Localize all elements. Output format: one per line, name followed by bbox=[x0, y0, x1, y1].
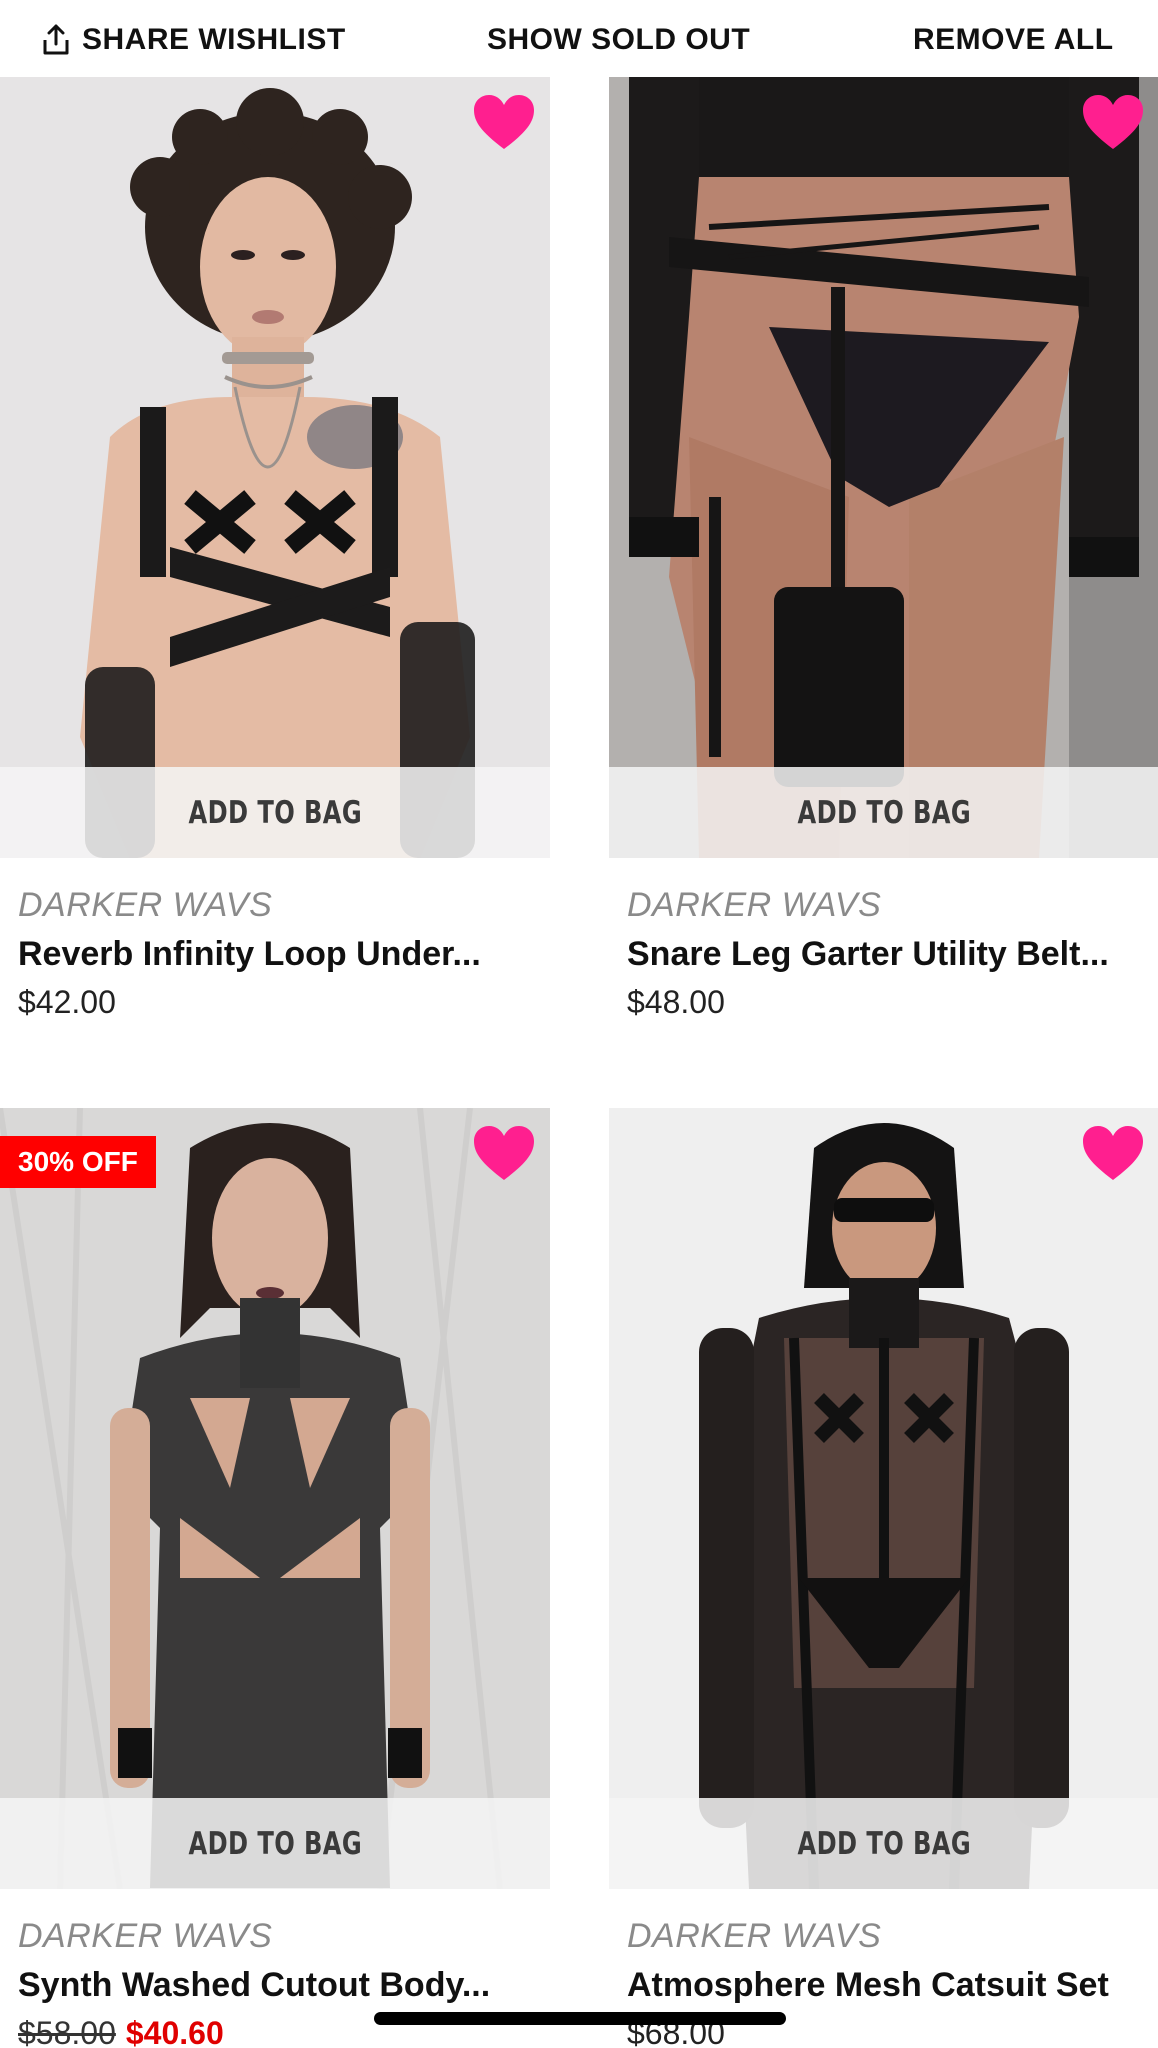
model-photo bbox=[0, 1108, 550, 1889]
add-to-bag-label: ADD TO BAG bbox=[188, 1825, 362, 1862]
add-to-bag-label: ADD TO BAG bbox=[797, 794, 971, 831]
product-price: $58.00 $40.60 bbox=[18, 2015, 224, 2048]
product-price: $42.00 bbox=[18, 984, 116, 1020]
share-icon bbox=[43, 24, 69, 55]
product-name[interactable]: Atmosphere Mesh Catsuit Set bbox=[627, 1966, 1157, 2005]
add-to-bag-label: ADD TO BAG bbox=[188, 794, 362, 831]
heart-icon[interactable] bbox=[472, 93, 536, 151]
original-price: $58.00 bbox=[18, 2015, 116, 2048]
sale-price: $40.60 bbox=[125, 2015, 224, 2048]
product-card[interactable]: 30% OFF ADD TO BAG DARKER WAVS Synth Was… bbox=[0, 1108, 550, 2048]
product-brand: DARKER WAVS bbox=[18, 1917, 273, 1955]
model-photo bbox=[609, 77, 1158, 858]
product-image[interactable]: ADD TO BAG bbox=[609, 77, 1158, 858]
add-to-bag-label: ADD TO BAG bbox=[797, 1825, 971, 1862]
remove-all-label: REMOVE ALL bbox=[913, 23, 1114, 56]
product-image[interactable]: ADD TO BAG bbox=[609, 1108, 1158, 1889]
model-photo bbox=[0, 77, 550, 858]
add-to-bag-button[interactable]: ADD TO BAG bbox=[609, 767, 1158, 858]
model-photo bbox=[609, 1108, 1158, 1889]
discount-badge: 30% OFF bbox=[0, 1136, 156, 1188]
wishlist-toolbar: SHARE WISHLIST SHOW SOLD OUT REMOVE ALL bbox=[0, 0, 1158, 77]
show-sold-out-label: SHOW SOLD OUT bbox=[487, 23, 751, 56]
heart-icon[interactable] bbox=[1081, 93, 1145, 151]
product-image[interactable]: 30% OFF ADD TO BAG bbox=[0, 1108, 550, 1889]
share-wishlist-button[interactable]: SHARE WISHLIST bbox=[42, 20, 346, 60]
add-to-bag-button[interactable]: ADD TO BAG bbox=[0, 767, 550, 858]
product-name[interactable]: Snare Leg Garter Utility Belt... bbox=[627, 935, 1157, 974]
add-to-bag-button[interactable]: ADD TO BAG bbox=[609, 1798, 1158, 1889]
show-sold-out-button[interactable]: SHOW SOLD OUT bbox=[487, 20, 750, 60]
product-image[interactable]: ADD TO BAG bbox=[0, 77, 550, 858]
product-name[interactable]: Synth Washed Cutout Body... bbox=[18, 1966, 548, 2005]
remove-all-button[interactable]: REMOVE ALL bbox=[913, 20, 1114, 60]
home-indicator[interactable] bbox=[374, 2012, 786, 2025]
add-to-bag-button[interactable]: ADD TO BAG bbox=[0, 1798, 550, 1889]
product-name[interactable]: Reverb Infinity Loop Under... bbox=[18, 935, 548, 974]
product-card[interactable]: ADD TO BAG DARKER WAVS Reverb Infinity L… bbox=[0, 77, 550, 1077]
heart-icon[interactable] bbox=[472, 1124, 536, 1182]
product-brand: DARKER WAVS bbox=[627, 1917, 882, 1955]
product-brand: DARKER WAVS bbox=[627, 886, 882, 924]
product-card[interactable]: ADD TO BAG DARKER WAVS Atmosphere Mesh C… bbox=[609, 1108, 1158, 2048]
product-price: $48.00 bbox=[627, 984, 725, 1020]
share-wishlist-label: SHARE WISHLIST bbox=[82, 23, 346, 56]
product-card[interactable]: ADD TO BAG DARKER WAVS Snare Leg Garter … bbox=[609, 77, 1158, 1077]
product-brand: DARKER WAVS bbox=[18, 886, 273, 924]
heart-icon[interactable] bbox=[1081, 1124, 1145, 1182]
